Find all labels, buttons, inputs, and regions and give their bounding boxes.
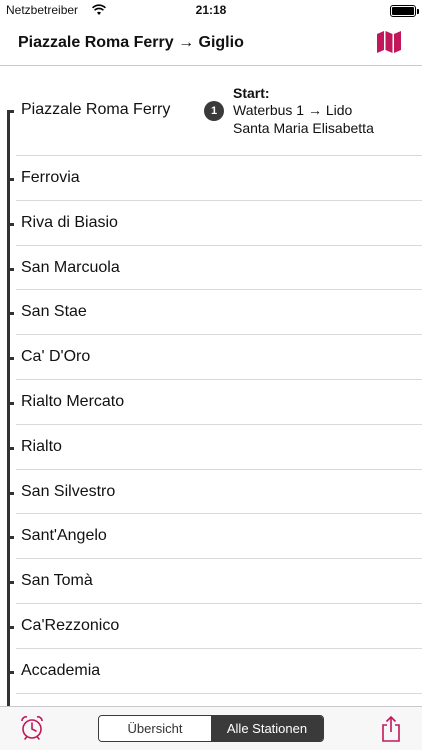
station-row[interactable]: Riva di Biasio [0,201,422,246]
station-row[interactable]: San Tomà [0,559,422,604]
stop-marker [7,626,14,629]
station-name: Ca'Rezzonico [21,617,120,634]
stop-marker [7,581,14,585]
station-row[interactable]: Rialto Mercato [0,380,422,425]
station-name: San Stae [21,303,87,321]
step-badge: 1 [204,101,224,121]
page-title: Piazzale Roma Ferry → Giglio [18,34,244,51]
station-row[interactable]: Rialto [0,425,422,470]
station-name: Rialto Mercato [21,393,125,410]
row-separator [16,692,422,694]
station-name: Ferrovia [21,169,80,186]
stop-marker [7,402,14,405]
stop-marker [7,536,14,540]
stop-marker [7,670,14,674]
station-list[interactable]: Piazzale Roma Ferry Ferrovia Riva di Biasi… [0,66,422,706]
station-row[interactable]: San Silvestro [0,470,422,515]
station-row[interactable]: San Marcuola [0,246,422,291]
station-name: Riva di Biasio [21,213,118,231]
station-name: San Silvestro [21,482,116,500]
station-row[interactable]: Accademia [0,649,422,694]
bottom-toolbar: Übersicht Alle Stationen [0,706,422,750]
station-name: Sant'Angelo [21,527,107,545]
start-label: Start: [233,85,270,101]
share-icon[interactable] [380,715,402,743]
station-row[interactable]: San Stae [0,290,422,336]
stop-marker [7,178,14,181]
station-name: Rialto [21,437,62,455]
station-name: Ca' D'Oro [21,348,91,366]
station-row[interactable]: Sant'Angelo [0,514,422,560]
station-name: Piazzale Roma Ferry [21,101,171,118]
status-time: 21:18 [195,3,227,17]
station-row[interactable]: Ca' D'Oro [0,335,422,380]
stop-marker [7,222,14,226]
stop-marker [7,312,14,316]
line-direction: Santa Maria Elisabetta [233,120,374,136]
station-row[interactable]: Ferrovia [0,156,422,201]
line-name: Waterbus 1 → Lido [233,102,353,118]
view-segmented-control: Übersicht Alle Stationen [98,715,324,742]
station-name: San Tomà [21,572,93,590]
station-row[interactable]: Ca'Rezzonico [0,604,422,649]
segment-all-stations[interactable]: Alle Stationen [211,716,323,741]
navigation-bar: Piazzale Roma Ferry → Giglio [0,22,422,66]
battery-icon [390,5,419,17]
station-name: San Marcuola [21,258,120,276]
stop-marker [7,446,14,450]
stop-marker [7,357,14,361]
segment-overview[interactable]: Übersicht [99,716,211,741]
map-icon[interactable] [376,30,402,54]
stop-marker [7,491,14,495]
alarm-clock-icon[interactable] [20,715,44,741]
stop-marker [7,110,14,113]
stop-marker [7,267,14,271]
station-name: Accademia [21,661,101,679]
status-bar: Netzbetreiber 21:18 [0,0,422,22]
